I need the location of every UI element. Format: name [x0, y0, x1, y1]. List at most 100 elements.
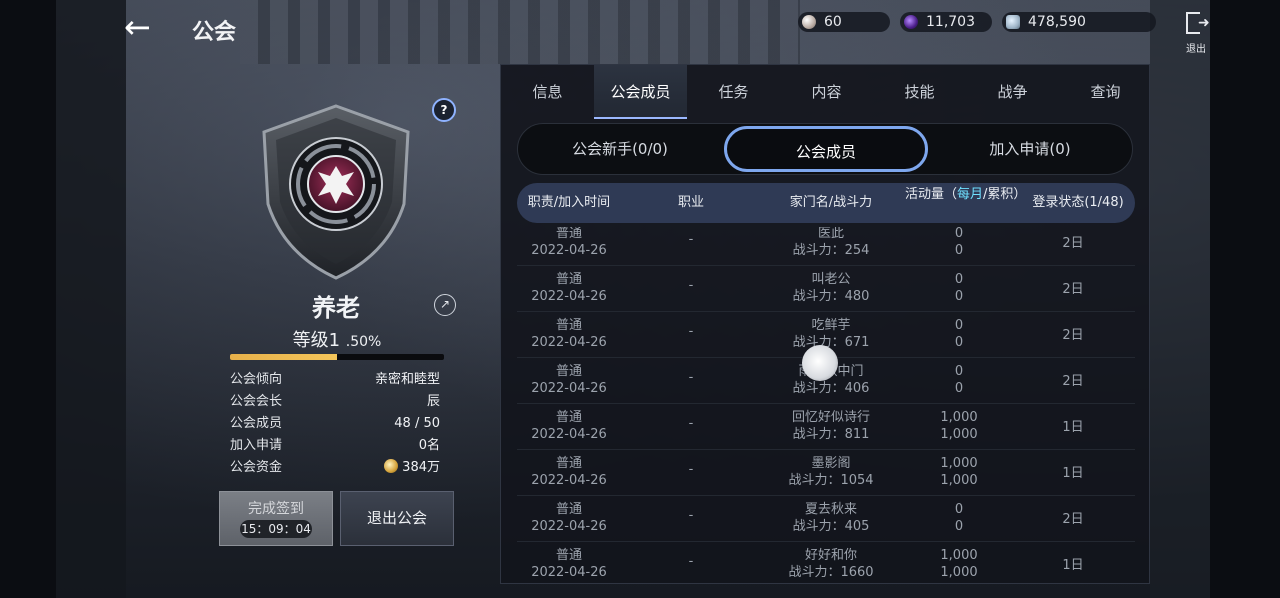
info-row-funds: 公会资金 384万: [230, 457, 440, 479]
activity-cell: 00: [909, 363, 1009, 397]
join-date: 2022-04-26: [531, 519, 607, 534]
combat-power: 战斗力：406: [792, 381, 870, 396]
join-date: 2022-04-26: [531, 381, 607, 396]
activity-monthly: 0: [954, 227, 964, 241]
info-value: 0名: [418, 438, 440, 453]
login-status: 1日: [1062, 466, 1084, 481]
exit-button[interactable]: ➜ 退出: [1180, 10, 1212, 55]
job: -: [688, 416, 694, 431]
header-login[interactable]: 登录状态(1/48): [1023, 183, 1133, 223]
role: 普通: [555, 456, 582, 471]
table-row[interactable]: 普通 2022-04-26 - 夏去秋来 战斗力：405 00 2日: [517, 495, 1135, 542]
exit-arrow-icon: ➜: [1198, 15, 1210, 31]
subtab-members[interactable]: 公会成员: [724, 126, 928, 172]
tab-content[interactable]: 内容: [780, 65, 873, 119]
header-activity-pre: 活动量（: [905, 187, 958, 202]
level-label: 等级1: [292, 330, 341, 351]
info-row-applications: 加入申请 0名: [230, 435, 440, 457]
activity-monthly: 1,000: [940, 548, 978, 563]
exp-progress-fill: [230, 354, 337, 360]
table-row[interactable]: 普通 2022-04-26 - 叫老公 战斗力：480 00 2日: [517, 265, 1135, 312]
activity-cell: 00: [909, 271, 1009, 305]
role: 普通: [555, 318, 582, 333]
job: -: [688, 370, 694, 385]
currency-value: 11,703: [926, 14, 975, 30]
funds-value: 384万: [402, 460, 440, 475]
header-job[interactable]: 职业: [641, 183, 741, 223]
left-shade: [56, 0, 126, 598]
activity-total: 1,000: [940, 565, 978, 580]
family-cell: 回忆好似诗行 战斗力：811: [751, 409, 911, 443]
tab-info[interactable]: 信息: [501, 65, 594, 119]
join-date: 2022-04-26: [531, 473, 607, 488]
activity-monthly: 0: [954, 364, 964, 379]
role-cell: 普通 2022-04-26: [517, 227, 621, 259]
join-date: 2022-04-26: [531, 565, 607, 580]
activity-monthly: 0: [954, 502, 964, 517]
activity-total: 0: [954, 381, 964, 396]
checkin-timer: 15：09：04: [240, 520, 312, 538]
role-cell: 普通 2022-04-26: [517, 317, 621, 351]
table-row[interactable]: 普通 2022-04-26 - 墨影阁 战斗力：1054 1,000 1,000 1日: [517, 449, 1135, 496]
tab-war[interactable]: 战争: [966, 65, 1059, 119]
back-arrow-icon[interactable]: ←: [124, 10, 164, 46]
leave-guild-button[interactable]: 退出公会: [340, 491, 454, 546]
tab-bar: 信息 公会成员 任务 内容 技能 战争 查询: [501, 65, 1149, 119]
family-name: 吃鲜芋: [811, 318, 851, 333]
checkin-button[interactable]: 完成签到 15：09：04: [219, 491, 333, 546]
role: 普通: [555, 548, 582, 563]
combat-power: 战斗力：811: [792, 427, 870, 442]
checkin-label: 完成签到: [248, 501, 304, 517]
guild-members-panel: 信息 公会成员 任务 内容 技能 战争 查询 公会新手(0/0) 公会成员 加入…: [500, 64, 1150, 584]
header-role[interactable]: 职责/加入时间: [517, 183, 621, 223]
family-name: 墨影阁: [811, 456, 851, 471]
activity-total: 1,000: [940, 473, 978, 488]
tab-search[interactable]: 查询: [1059, 65, 1152, 119]
role: 普通: [555, 502, 582, 517]
role-cell: 普通 2022-04-26: [517, 363, 621, 397]
family-name: 夏去秋来: [804, 502, 857, 517]
family-cell: 好好和你 战斗力：1660: [751, 547, 911, 581]
login-status: 1日: [1062, 420, 1084, 435]
combat-power: 战斗力：1660: [788, 565, 874, 580]
info-value: 亲密和睦型: [374, 372, 440, 387]
family-cell: 夏去秋来 战斗力：405: [751, 501, 911, 535]
guild-help-icon[interactable]: ?: [432, 98, 456, 122]
role-cell: 普通 2022-04-26: [517, 547, 621, 581]
family-name: 回忆好似诗行: [791, 410, 870, 425]
join-date: 2022-04-26: [531, 427, 607, 442]
activity-cell: 1,000 1,000: [909, 455, 1009, 489]
info-row-tendency: 公会倾向 亲密和睦型: [230, 369, 440, 391]
member-list[interactable]: 普通 2022-04-26 - 医此 战斗力：254 00 2日 普通 2022-04…: [517, 227, 1135, 581]
activity-cell: 00: [909, 501, 1009, 535]
table-header: 职责/加入时间 职业 家门名/战斗力 活动量（每月/累积） 登录状态(1/48): [517, 183, 1135, 223]
family-cell: 吃鲜芋 战斗力：671: [751, 317, 911, 351]
exp-progress-bar: [230, 354, 444, 360]
header-family[interactable]: 家门名/战斗力: [751, 183, 911, 223]
activity-total: 1,000: [940, 427, 978, 442]
login-status: 2日: [1062, 512, 1084, 527]
info-value: 辰: [426, 394, 440, 409]
member-subtabs: 公会新手(0/0) 公会成员 加入申请(0): [517, 123, 1133, 175]
table-row[interactable]: 普通 2022-04-26 - 回忆好似诗行 战斗力：811 1,000 1,000 …: [517, 403, 1135, 450]
info-value: 48 / 50: [394, 416, 440, 431]
tab-quests[interactable]: 任务: [687, 65, 780, 119]
exit-label: 退出: [1186, 44, 1206, 55]
table-row[interactable]: 普通 2022-04-26 - 好好和你 战斗力：1660 1,000 1,000 1…: [517, 541, 1135, 581]
subtab-applications[interactable]: 加入申请(0): [928, 124, 1132, 174]
pearl-icon: [802, 15, 816, 29]
info-key: 公会成员: [230, 416, 283, 431]
table-row[interactable]: 普通 2022-04-26 - 医此 战斗力：254 00 2日: [517, 227, 1135, 266]
job: -: [688, 324, 694, 339]
job: -: [688, 232, 694, 247]
join-date: 2022-04-26: [531, 243, 607, 258]
tab-skills[interactable]: 技能: [873, 65, 966, 119]
role: 普通: [555, 272, 582, 287]
tab-members[interactable]: 公会成员: [594, 65, 687, 119]
info-key: 加入申请: [230, 438, 283, 453]
currency-value: 478,590: [1028, 14, 1086, 30]
share-icon[interactable]: ↗: [434, 294, 456, 316]
currency-pearl: 60: [798, 12, 890, 32]
login-status: 2日: [1062, 282, 1084, 297]
subtab-newbies[interactable]: 公会新手(0/0): [518, 124, 722, 174]
